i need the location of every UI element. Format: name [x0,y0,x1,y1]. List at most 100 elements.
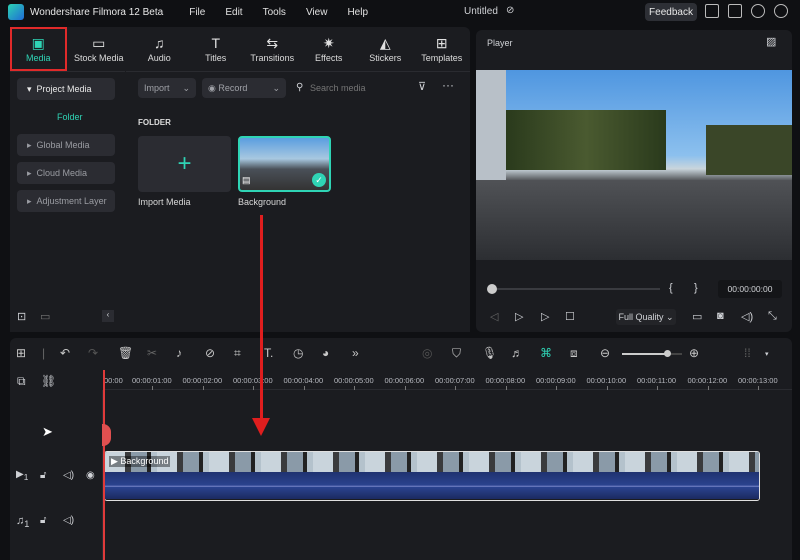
snapshot-icon[interactable]: ◙ [717,310,724,322]
collapse-sidebar-button[interactable]: ‹ [102,310,114,322]
lock-icon[interactable]: 🔓︎ [40,470,46,481]
tab-label: Transitions [250,52,295,63]
menu-bar: File Edit Tools View Help [189,7,368,18]
layout-grid-icon[interactable]: ⊞ [16,346,26,360]
mouse-cursor-icon: ➤ [42,424,53,439]
feedback-button[interactable]: Feedback [645,3,697,21]
ruler-tick-label: 00:00 [104,376,123,385]
eye-icon[interactable]: ◉ [86,470,95,481]
layout-icon[interactable] [705,4,719,18]
playback-scrubber[interactable] [487,284,497,294]
filter-icon[interactable]: ⊽ [418,80,426,93]
volume-icon[interactable]: ◁) [741,310,753,323]
tab-titles[interactable]: T Titles [187,27,244,71]
zoom-out-icon[interactable]: ⊖ [600,346,610,360]
ruler-tick-mark [152,386,153,390]
ruler-tick-label: 00:00:08:00 [485,376,526,385]
audio-track-icon[interactable]: ♬ [511,346,523,360]
more-icon[interactable]: ··· [442,78,454,92]
fullscreen-icon[interactable]: ⤡ [768,310,777,323]
link-icon[interactable]: ⛓ [41,374,56,388]
marker-icon[interactable]: ⛉ [452,346,461,361]
zoom-slider[interactable] [622,353,682,355]
zoom-in-icon[interactable]: ⊕ [689,346,699,360]
mark-in-button[interactable]: { [669,282,673,294]
cloud-icon[interactable] [751,4,765,18]
more-tools-icon[interactable]: » [352,346,359,360]
display-icon[interactable]: ▭ [692,310,702,323]
image-icon[interactable]: ▨ [766,35,776,48]
audio-edit-icon[interactable]: ♪ [176,346,182,360]
text-icon[interactable]: T. [264,346,273,360]
menu-help[interactable]: Help [347,7,368,18]
snap-icon[interactable]: ⌘ [540,346,552,360]
tab-templates[interactable]: ⊞ Templates [413,27,470,71]
volume-icon[interactable]: ◁) [63,515,74,526]
menu-file[interactable]: File [189,7,205,18]
sidebar-item-folder[interactable]: Folder [17,106,115,128]
volume-icon[interactable]: ◁) [63,470,74,481]
menu-edit[interactable]: Edit [225,7,242,18]
save-icon[interactable] [728,4,742,18]
previous-frame-icon[interactable]: ◁ [490,310,498,323]
delete-icon[interactable]: 🗑 [118,346,133,360]
tab-label: Audio [147,52,171,63]
clip-name: Background [120,456,169,466]
play-icon[interactable]: ▷ [541,310,549,323]
search-icon: ⚲ [296,82,304,93]
tab-audio[interactable]: ♫ Audio [131,27,188,71]
record-dropdown[interactable]: ◉ Record ⌄ [202,78,286,98]
duration-icon[interactable]: ◷ [293,346,303,360]
split-icon[interactable]: ⧈ [570,346,578,361]
menu-tools[interactable]: Tools [263,7,286,18]
speed-icon[interactable]: ⊘ [205,346,215,360]
tab-label: Templates [421,52,463,63]
audio-track-icon: ♫1 [16,515,30,530]
ruler-tick-mark [505,386,507,390]
zoom-slider-fill [622,353,667,355]
quality-dropdown[interactable]: Full Quality ⌄ [616,309,676,325]
chevron-down-icon: ⌄ [182,82,190,93]
background-clip[interactable]: ▶ Background [104,451,760,501]
crop-icon[interactable]: ⌗ [234,346,241,361]
plus-icon: + [177,150,192,177]
search-input[interactable] [310,80,410,96]
tab-transitions[interactable]: ⇆ Transitions [244,27,301,71]
undo-icon[interactable]: ↶ [60,346,70,360]
color-icon[interactable]: ◕ [322,346,329,360]
tab-media[interactable]: ▣ Media [10,27,67,71]
folder-icon[interactable]: ▭ [40,310,50,323]
microphone-icon[interactable]: 🎙 [482,346,497,360]
sidebar-item-adjustment-layer[interactable]: ▸ Adjustment Layer [17,190,115,212]
playhead[interactable] [103,370,105,560]
tab-stock-media[interactable]: ▭ Stock Media [67,27,131,71]
render-icon[interactable]: ◎ [422,346,432,360]
saved-status-icon: ⊘ [506,5,515,16]
chevron-down-icon[interactable]: ▾ [765,350,769,358]
background-clip-tile[interactable]: ▤ ✓ [238,136,331,192]
import-dropdown[interactable]: Import ⌄ [138,78,196,98]
add-track-icon[interactable]: ⧉ [17,374,26,389]
sidebar-item-project-media[interactable]: ▾ Project Media [17,78,115,100]
menu-view[interactable]: View [306,7,328,18]
mark-out-button[interactable]: } [694,282,698,294]
building [476,70,506,180]
tab-effects[interactable]: ✷ Effects [300,27,357,71]
account-icon[interactable] [774,4,788,18]
stop-icon[interactable]: ☐ [565,310,575,323]
track-layout-icon[interactable]: ⁞⁞ [744,346,751,360]
redo-icon[interactable]: ↷ [88,346,98,360]
cut-icon[interactable]: ✂ [147,346,157,360]
sidebar-item-cloud-media[interactable]: ▸ Cloud Media [17,162,115,184]
sidebar-item-global-media[interactable]: ▸ Global Media [17,134,115,156]
lock-icon[interactable]: 🔓︎ [40,515,46,526]
ruler-tick-label: 00:00:03:00 [233,376,273,385]
next-frame-icon[interactable]: ▷ [515,310,523,323]
tab-stickers[interactable]: ◭ Stickers [357,27,414,71]
new-folder-icon[interactable]: ⊡ [17,310,26,323]
playback-progress-bar[interactable] [490,288,660,290]
import-media-tile[interactable]: + [138,136,231,192]
zoom-slider-handle[interactable] [664,350,671,357]
ruler-tick-label: 00:00:01:00 [132,376,172,385]
ruler-tick-mark [556,386,557,390]
